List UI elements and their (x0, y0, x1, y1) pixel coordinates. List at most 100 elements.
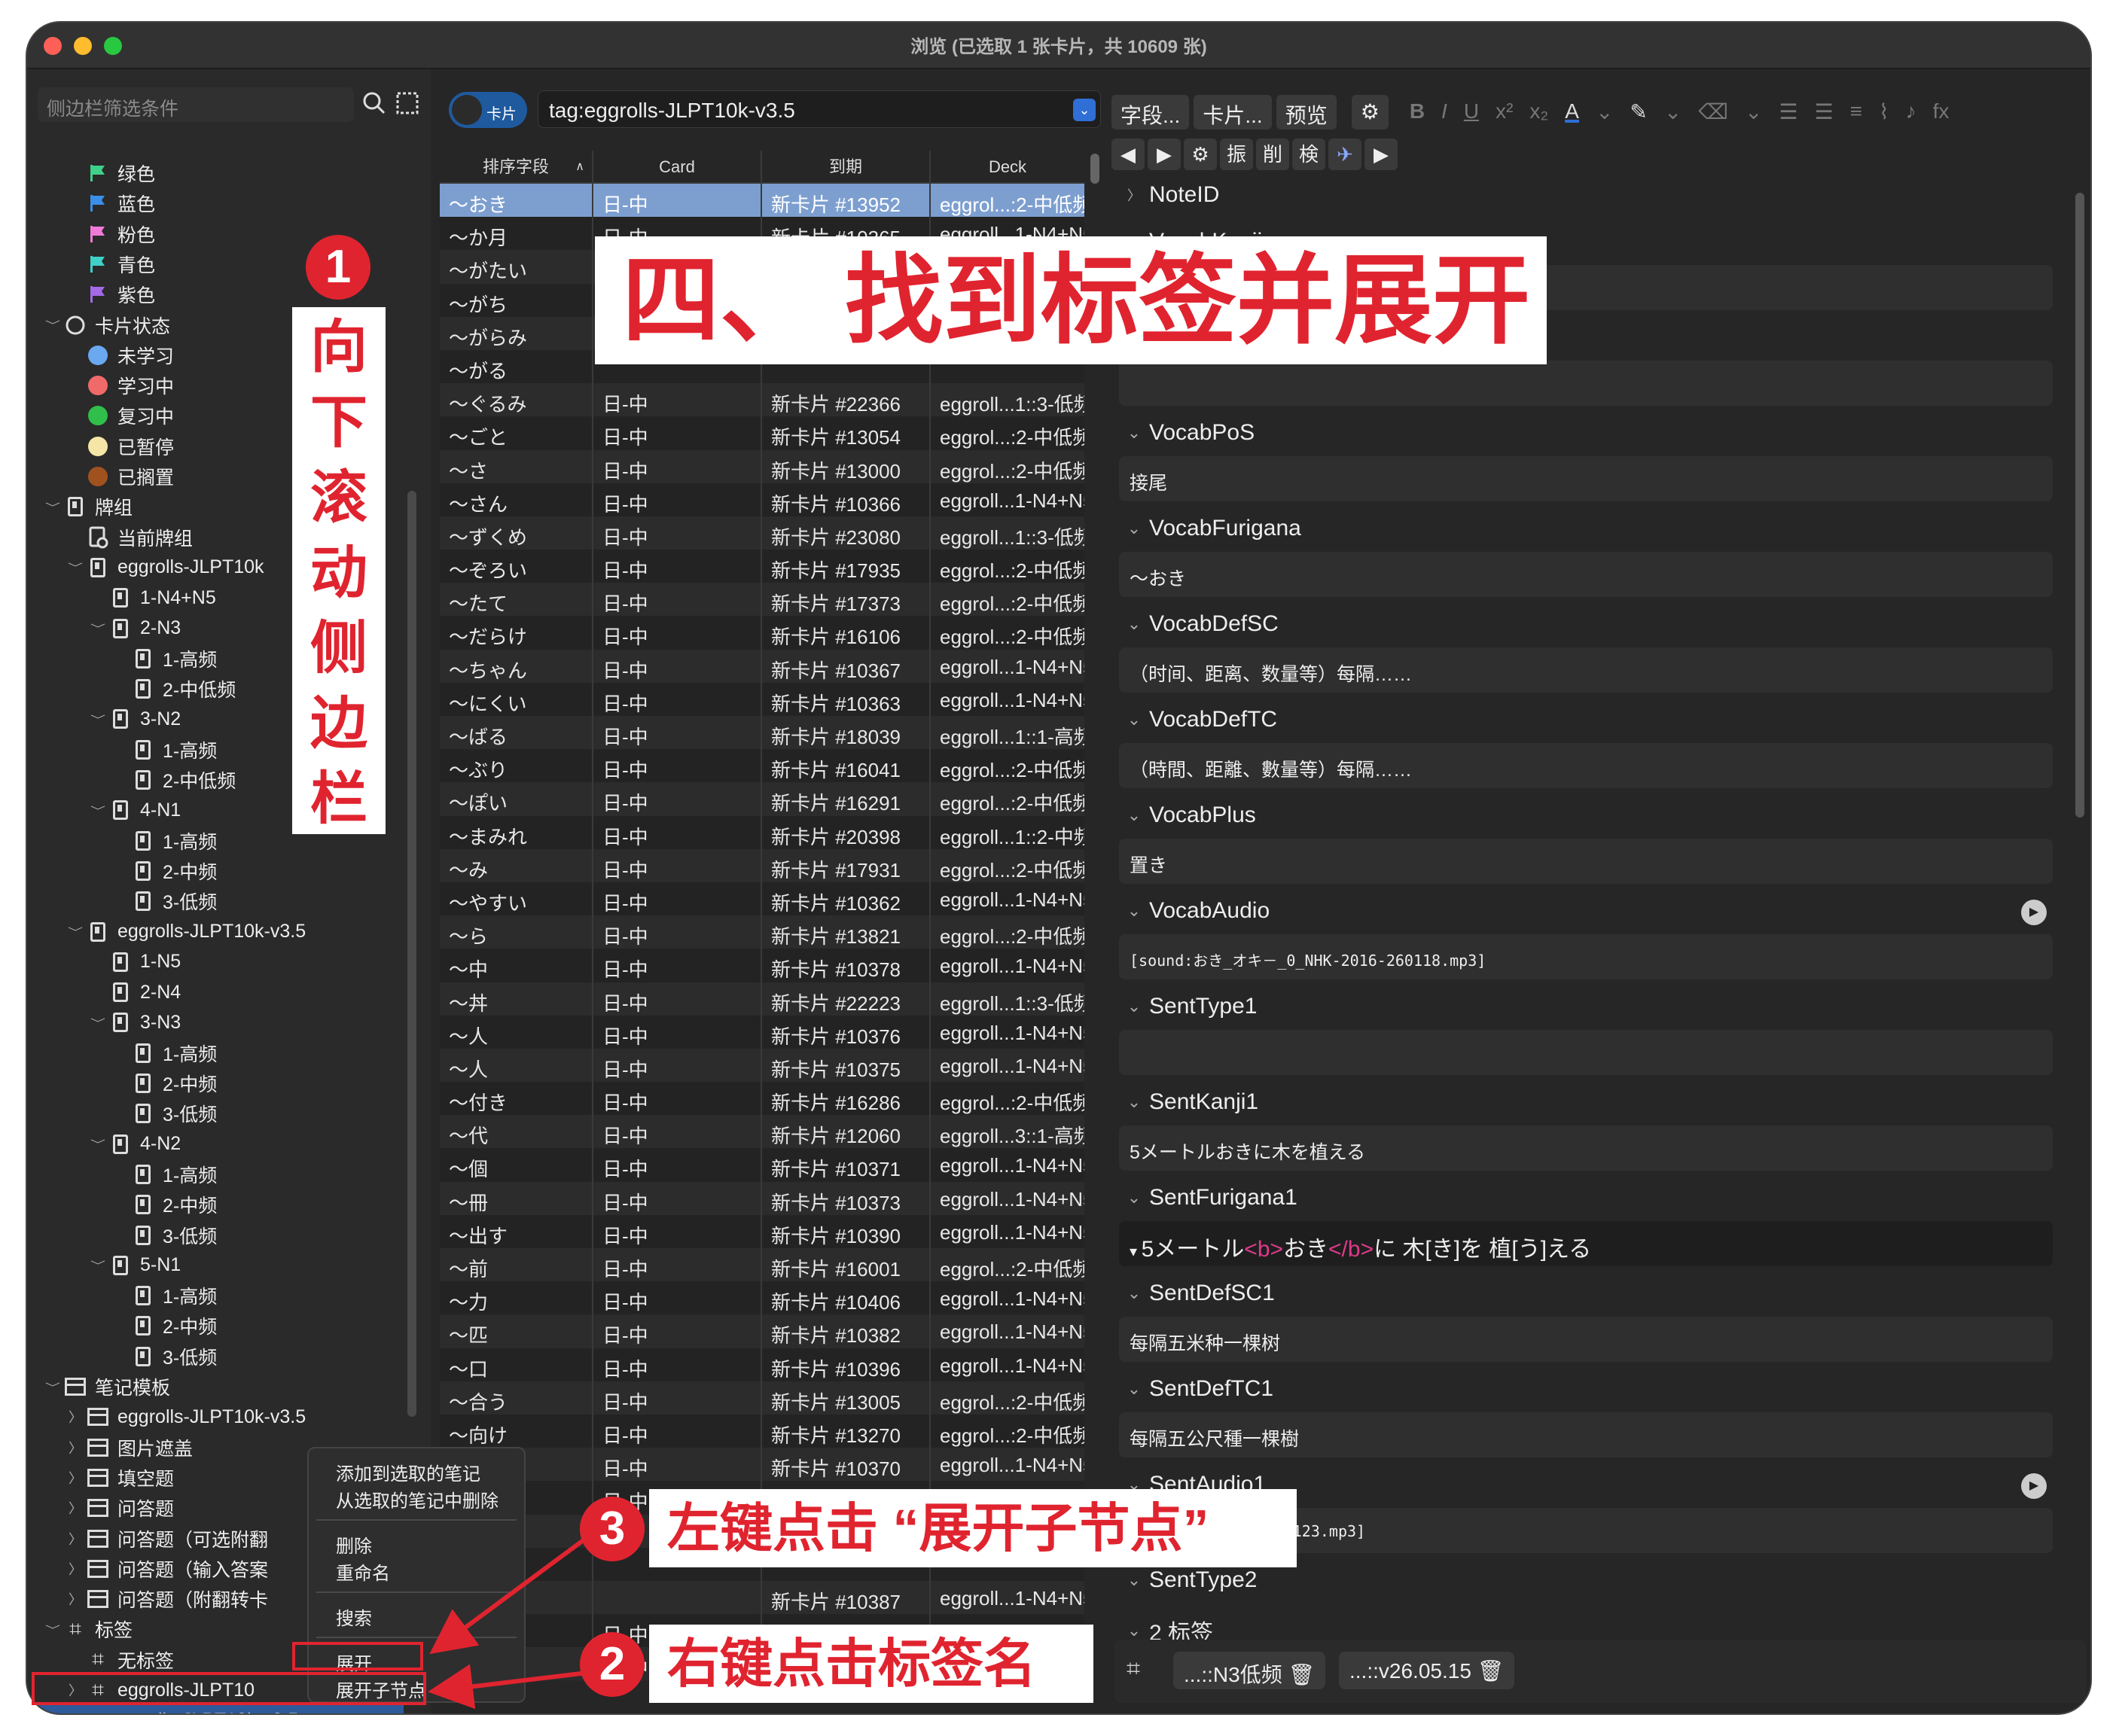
cards-notes-toggle[interactable]: 卡片 (449, 92, 527, 128)
sidebar-deck-item[interactable]: 3-低频 (110, 1098, 217, 1128)
sidebar-note-type-item[interactable]: 〉 eggrolls-JLPT10k-v3.5 (65, 1402, 306, 1432)
chevron-down-icon[interactable]: ﹀ (65, 560, 86, 575)
table-row[interactable]: 新卡片 #10387 eggroll...1-N4+N5 (440, 1580, 1084, 1615)
field-input[interactable]: 每隔五米种一棵树 (1119, 1317, 2053, 1362)
chevron-down-icon[interactable]: ⌄ (1073, 99, 1096, 121)
check-button[interactable]: 検 (1292, 139, 1325, 170)
superscript-icon[interactable]: x² (1489, 95, 1519, 129)
table-row[interactable]: ～ぶり 日-中 新卡片 #16041 eggrol...:2-中低频 (440, 749, 1084, 783)
sidebar-card-state-item[interactable]: 已搁置 (65, 461, 174, 492)
table-row[interactable]: ～匹 日-中 新卡片 #10382 eggroll...1-N4+N5 (440, 1314, 1084, 1348)
chevron-down-icon[interactable]: ﹀ (87, 1136, 108, 1151)
chevron-down-icon[interactable]: ⌄ (1119, 901, 1149, 921)
search-icon[interactable] (357, 86, 393, 122)
sidebar-card-state-item[interactable]: 复习中 (65, 400, 174, 431)
chevron-right-icon[interactable]: 〉 (65, 1559, 86, 1579)
play-icon[interactable]: ▶ (1148, 139, 1181, 170)
sidebar-tags[interactable]: ﹀ ⌗ 标签 (42, 1614, 133, 1644)
chevron-down-icon[interactable]: ﹀ (87, 1258, 108, 1273)
table-row[interactable]: ～個 日-中 新卡片 #10371 eggroll...1-N4+N5 (440, 1148, 1084, 1182)
sidebar-deck-item[interactable]: 2-N4 (87, 977, 181, 1007)
table-row[interactable]: ～にくい 日-中 新卡片 #10363 eggroll...1-N4+N5 (440, 682, 1084, 716)
microphone-icon[interactable]: ♪ (1900, 95, 1922, 129)
chevron-right-icon[interactable]: 〉 (65, 1468, 86, 1488)
table-row[interactable]: ～おき 日-中 新卡片 #13952 eggrol...:2-中低频 (440, 184, 1084, 218)
paperclip-icon[interactable]: ⌇ (1873, 95, 1895, 129)
sidebar-deck-item[interactable]: 3-低频 (110, 1342, 217, 1372)
eraser-icon[interactable]: ⌫ (1692, 95, 1734, 129)
sidebar-flag-item[interactable]: 青色 (65, 249, 155, 279)
table-row[interactable]: ～まみれ 日-中 新卡片 #20398 eggroll...1::2-中频 (440, 815, 1084, 849)
chevron-right-icon[interactable]: 〉 (57, 1710, 78, 1713)
play-audio-icon[interactable]: ▶ (2021, 900, 2047, 925)
sidebar-deck-item[interactable]: 2-中低频 (110, 765, 236, 795)
sidebar-scrollbar[interactable] (407, 491, 416, 1417)
field-input[interactable]: 每隔五公尺種一棵樹 (1119, 1412, 2053, 1457)
menu-item-rename[interactable]: 重命名 (336, 1558, 390, 1584)
sidebar-deck-item[interactable]: 2-中频 (110, 856, 217, 886)
highlight-icon[interactable]: ✎ (1624, 95, 1653, 129)
sidebar-deck-item[interactable]: ﹀ 4-N1 (87, 795, 181, 825)
table-row[interactable]: ～ずくめ 日-中 新卡片 #23080 eggroll...1::3-低频 (440, 516, 1084, 550)
select-mode-icon[interactable] (390, 86, 426, 122)
field-input[interactable]: 置き (1119, 839, 2053, 884)
preview-button[interactable]: 预览 (1276, 95, 1337, 129)
chevron-right-icon[interactable]: 〉 (65, 1529, 86, 1549)
sidebar-flag-item[interactable]: 粉色 (65, 219, 155, 249)
sidebar-card-state-item[interactable]: 未学习 (65, 340, 174, 370)
sidebar-deck-item[interactable]: 1-N4+N5 (87, 583, 216, 613)
search-query-input[interactable]: tag:eggrolls-JLPT10k-v3.5 ⌄ (538, 90, 1101, 128)
sidebar-deck-item[interactable]: 1-高频 (110, 1159, 217, 1189)
field-label[interactable]: ⌄ VocabPoS (1119, 420, 1255, 446)
trash-icon[interactable]: 🗑 (1288, 1663, 1315, 1686)
sidebar-deck-item[interactable]: 2-中低频 (110, 674, 236, 704)
tag-editor[interactable]: ⌗ ...::N3低频 🗑 ...::v26.05.15 🗑 (1114, 1640, 2086, 1703)
table-row[interactable]: ～ぐるみ 日-中 新卡片 #22366 eggroll...1::3-低频 (440, 383, 1084, 417)
table-row[interactable]: ～さ 日-中 新卡片 #13000 eggrol...:2-中低频 (440, 449, 1084, 483)
sidebar-flag-item[interactable]: 蓝色 (65, 188, 155, 218)
column-deck[interactable]: Deck (931, 151, 1084, 184)
field-input[interactable]: （时间、距离、数量等）每隔…… (1119, 647, 2053, 693)
sidebar-deck-item[interactable]: ﹀ 3-N2 (87, 704, 181, 734)
menu-item-search[interactable]: 搜索 (336, 1604, 372, 1629)
field-label[interactable]: ⌄ VocabPlus (1119, 803, 1256, 828)
chevron-down-icon[interactable]: ⌄ (1119, 1379, 1149, 1399)
chevron-down-icon[interactable]: ⌄ (1119, 423, 1149, 443)
table-row[interactable]: ～合う 日-中 新卡片 #13005 eggrol...:2-中低频 (440, 1381, 1084, 1415)
field-label[interactable]: ⌄ VocabFurigana (1119, 516, 1301, 541)
chevron-right-icon[interactable]: 〉 (65, 1498, 86, 1518)
chevron-down-icon[interactable]: ⌄ (1739, 95, 1768, 129)
field-label[interactable]: ⌄ SentType1 (1119, 994, 1258, 1019)
field-input[interactable]: 接尾 (1119, 456, 2053, 501)
field-label[interactable]: ⌄ VocabDefTC (1119, 707, 1277, 732)
table-row[interactable]: ～たて 日-中 新卡片 #17373 eggrol...:2-中低频 (440, 583, 1084, 617)
sidebar-deck-item[interactable]: 1-高频 (110, 644, 217, 674)
table-row[interactable]: ～だらけ 日-中 新卡片 #16106 eggrol...:2-中低频 (440, 616, 1084, 650)
tag-chip[interactable]: ...::N3低频 🗑 (1173, 1652, 1326, 1689)
table-row[interactable]: 日-中 新卡片 #10370 eggroll...1-N4+N5 (440, 1448, 1084, 1482)
table-row[interactable]: ～冊 日-中 新卡片 #10373 eggroll...1-N4+N5 (440, 1181, 1084, 1215)
bold-icon[interactable]: B (1404, 95, 1431, 129)
field-label[interactable]: ⌄ SentType2 (1119, 1567, 1258, 1593)
sidebar-deck-item[interactable]: ﹀ 2-N3 (87, 614, 181, 644)
table-row[interactable]: ～前 日-中 新卡片 #16001 eggrol...:2-中低频 (440, 1248, 1084, 1282)
chevron-down-icon[interactable]: ﹀ (42, 499, 63, 514)
speaker-icon[interactable]: ◀ (1111, 139, 1145, 170)
chevron-down-icon[interactable]: ⌄ (1119, 1092, 1149, 1112)
text-color-icon[interactable]: A (1559, 95, 1585, 129)
sidebar-deck-item[interactable]: 3-低频 (110, 886, 217, 916)
sidebar-note-type-item[interactable]: 〉 问答题 (65, 1493, 174, 1523)
field-input[interactable]: ▾ 5メートル<b>おき</b>に 木[き]を 植[う]える (1119, 1221, 2053, 1266)
table-row[interactable]: ～力 日-中 新卡片 #10406 eggroll...1-N4+N5 (440, 1281, 1084, 1315)
menu-item-delete[interactable]: 删除 (336, 1531, 372, 1557)
chevron-right-icon[interactable]: 〉 (1119, 185, 1149, 205)
field-input[interactable]: 5メートルおきに木を植える (1119, 1125, 2053, 1171)
bird-icon[interactable]: ✈ (1328, 139, 1361, 170)
table-row[interactable]: ～代 日-中 新卡片 #12060 eggroll...3::1-高频 (440, 1115, 1084, 1149)
sidebar-tag-item-selected[interactable]: 〉⌗ eggrolls-JLPT10k-v3.5 (35, 1705, 404, 1713)
play-audio-icon[interactable]: ▶ (2021, 1473, 2047, 1499)
editor-scrollbar[interactable] (2075, 193, 2084, 818)
table-row[interactable]: ～やすい 日-中 新卡片 #10362 eggroll...1-N4+N5 (440, 882, 1084, 916)
sidebar-deck-item[interactable]: 1-N5 (87, 947, 181, 977)
table-row[interactable]: ～人 日-中 新卡片 #10375 eggroll...1-N4+N5 (440, 1048, 1084, 1083)
